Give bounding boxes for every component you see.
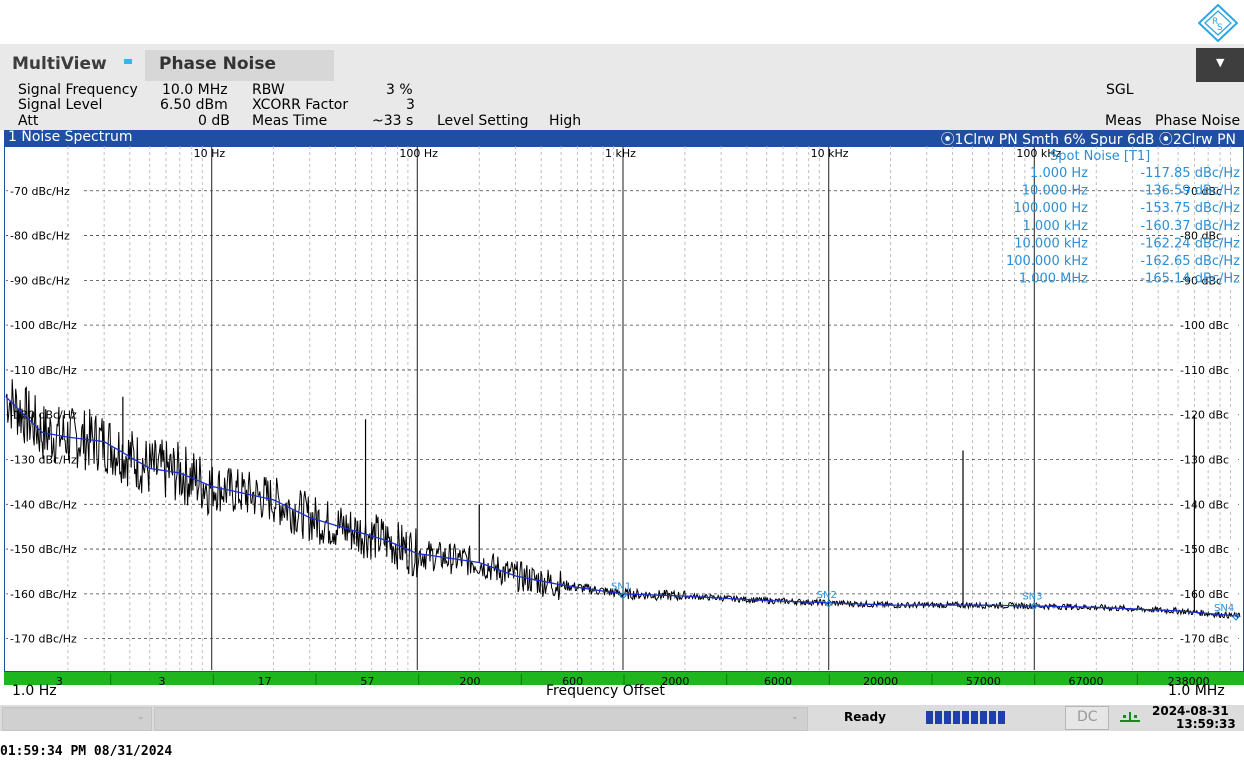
spot-noise-value: -162.24 dBc/Hz [1140, 236, 1240, 251]
panel-title: 1 Noise Spectrum [8, 129, 133, 145]
spot-noise-value: -153.75 dBc/Hz [1140, 201, 1240, 216]
status-field-2[interactable]: ⌄ [154, 707, 808, 731]
rs-diamond-logo: R S [1197, 3, 1239, 43]
ready-status: Ready [844, 710, 886, 724]
progress-bar-icon [926, 711, 1005, 724]
spot-noise-freq: 1.000 MHz [1019, 272, 1088, 287]
signal-frequency-value: 10.0 MHz [162, 82, 228, 98]
spot-noise-freq: 100.000 kHz [1006, 254, 1088, 269]
att-value: 0 dB [198, 113, 230, 129]
multiview-indicator [124, 59, 132, 64]
spot-marker-label: SN4 [1214, 603, 1234, 614]
y-tick-label-right: -100 dBc [1180, 319, 1229, 332]
spot-marker-label: SN1 [611, 582, 631, 593]
spot-noise-freq: 1.000 kHz [1023, 219, 1089, 234]
meas-label: Meas [1105, 113, 1142, 129]
x-tick-label: 10 kHz [811, 147, 849, 160]
status-date: 2024-08-31 [1152, 704, 1229, 718]
x-axis-label: Frequency Offset [546, 683, 665, 699]
sweep-mode: SGL [1106, 82, 1134, 98]
meas-time-label: Meas Time [252, 113, 328, 129]
spot-noise-freq: 100.000 Hz [1014, 201, 1089, 216]
level-setting-label: Level Setting [437, 113, 529, 129]
xcorr-label: XCORR Factor [252, 97, 349, 113]
rbw-label: RBW [252, 82, 285, 98]
y-tick-label-left: -100 dBc/Hz [10, 319, 77, 332]
status-bar: ⌄ ⌄ Ready DC 2024-08-31 13:59:33 [0, 704, 1244, 731]
y-tick-label-left: -170 dBc/Hz [10, 633, 77, 646]
x-end-label: 1.0 MHz [1168, 683, 1225, 699]
xcorr-value: 3 [406, 97, 415, 113]
y-tick-label-right: -110 dBc [1180, 364, 1229, 377]
level-setting-value: High [549, 113, 582, 129]
footer-timestamp: 01:59:34 PM 08/31/2024 [0, 744, 173, 759]
x-tick-label: 100 Hz [399, 147, 438, 160]
x-tick-label: 1 kHz [605, 147, 636, 160]
status-time: 13:59:33 [1176, 717, 1236, 731]
dc-coupling-button[interactable]: DC [1065, 706, 1109, 730]
rbw-value: 3 % [386, 82, 413, 98]
spot-noise-freq: 10.000 kHz [1014, 236, 1088, 251]
spot-noise-value: -165.14 dBc/Hz [1140, 272, 1240, 287]
chevron-down-icon: ⌄ [137, 712, 145, 722]
y-tick-label-left: -70 dBc/Hz [10, 185, 70, 198]
dc-label: DC [1077, 709, 1098, 725]
x-tick-label: 10 Hz [194, 147, 226, 160]
y-tick-label-left: -160 dBc/Hz [10, 588, 77, 601]
y-tick-label-right: -150 dBc [1180, 543, 1229, 556]
spot-noise-value: -117.85 dBc/Hz [1140, 166, 1240, 181]
level-indicator-icon [1120, 712, 1140, 722]
y-tick-label-right: -130 dBc [1180, 454, 1229, 467]
y-tick-label-right: -170 dBc [1180, 633, 1229, 646]
y-tick-label-left: -80 dBc/Hz [10, 230, 70, 243]
y-tick-label-right: -160 dBc [1180, 588, 1229, 601]
app-title[interactable]: MultiView [12, 54, 107, 74]
meas-value: Phase Noise [1155, 113, 1241, 129]
meas-time-value: ~33 s [372, 113, 414, 129]
y-tick-label-right: -120 dBc [1180, 409, 1229, 422]
signal-frequency-label: Signal Frequency [18, 82, 138, 98]
x-axis-footer: 1.0 Hz Frequency Offset 1.0 MHz [4, 683, 1244, 701]
spot-noise-freq: 10.000 Hz [1022, 184, 1088, 199]
spot-noise-value: -136.59 dBc/Hz [1140, 184, 1240, 199]
y-tick-label-left: -140 dBc/Hz [10, 498, 77, 511]
status-field-1[interactable]: ⌄ [2, 707, 152, 731]
att-label: Att [18, 113, 39, 129]
spot-marker-label: SN2 [817, 590, 837, 601]
spot-noise-title: Spot Noise [T1] [1050, 149, 1150, 164]
y-tick-label-right: -140 dBc [1180, 498, 1229, 511]
x-start-label: 1.0 Hz [12, 683, 57, 699]
spot-marker-label: SN3 [1022, 592, 1042, 603]
y-tick-label-left: -90 dBc/Hz [10, 274, 70, 287]
spot-noise-value: -160.37 dBc/Hz [1140, 219, 1240, 234]
signal-level-label: Signal Level [18, 97, 103, 113]
chevron-down-icon: ⌄ [791, 712, 799, 722]
spot-noise-freq: 1.000 Hz [1030, 166, 1088, 181]
spot-noise-value: -162.65 dBc/Hz [1140, 254, 1240, 269]
chevron-down-icon: ▼ [1216, 56, 1225, 69]
signal-level-value: 6.50 dBm [160, 97, 228, 113]
tab-phase-noise-label: Phase Noise [159, 54, 276, 74]
settings-panel: Signal Frequency 10.0 MHz Signal Level 6… [0, 82, 1244, 130]
top-strip [0, 0, 1244, 44]
y-tick-label-left: -150 dBc/Hz [10, 543, 77, 556]
menu-button[interactable]: ▼ [1196, 48, 1244, 82]
y-tick-label-left: -110 dBc/Hz [10, 364, 77, 377]
noise-spectrum-plot[interactable]: 10 Hz 100 Hz 1 kHz 10 kHz 100 kHz -70 dBc/Hz -… [3, 145, 1244, 673]
svg-text:S: S [1217, 23, 1223, 33]
